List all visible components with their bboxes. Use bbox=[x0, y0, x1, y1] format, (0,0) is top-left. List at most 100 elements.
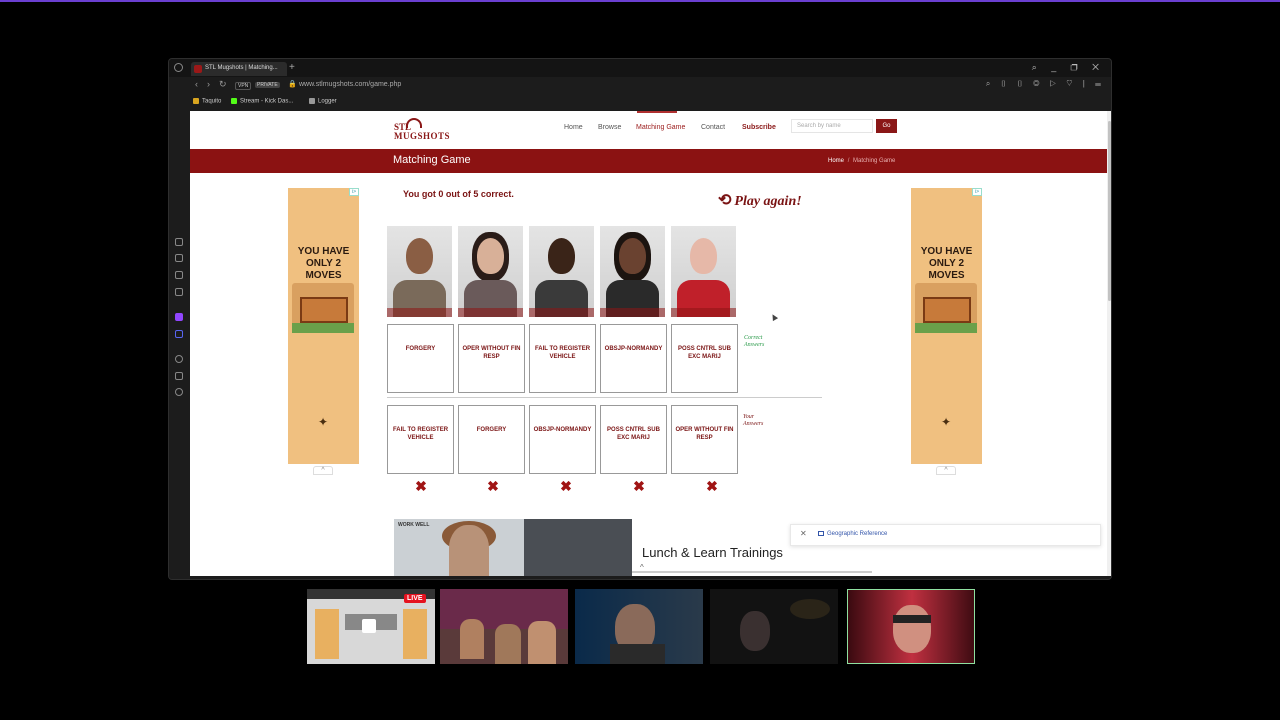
settings-icon[interactable] bbox=[175, 388, 183, 396]
ad-footer-line bbox=[632, 571, 872, 573]
map-icon bbox=[818, 531, 824, 536]
geo-popup[interactable]: ✕ Geographic Reference bbox=[790, 524, 1101, 546]
vpn-badge[interactable]: VPN bbox=[235, 82, 252, 90]
correct-answer-card: POSS CNTRL SUB EXC MARIJ bbox=[671, 324, 738, 393]
mugshot-photo bbox=[387, 226, 452, 317]
browser-sidebar bbox=[169, 111, 189, 579]
ad-collapse-icon[interactable]: ^ bbox=[313, 466, 333, 475]
your-answer-card[interactable]: OBSJP-NORMANDY bbox=[529, 405, 596, 474]
nav-contact[interactable]: Contact bbox=[701, 124, 725, 131]
geo-reference-link[interactable]: Geographic Reference bbox=[818, 531, 887, 537]
window-accent-line bbox=[0, 0, 1280, 2]
refresh-icon: ⟲ bbox=[718, 192, 732, 209]
back-icon[interactable]: ‹ bbox=[195, 79, 198, 89]
your-answer-card[interactable]: OPER WITHOUT FIN RESP bbox=[671, 405, 738, 474]
site-logo[interactable]: STL MUGSHOTS bbox=[394, 118, 458, 144]
reload-icon[interactable]: ↻ bbox=[219, 79, 227, 90]
cube-icon[interactable] bbox=[175, 372, 183, 380]
page-title: Matching Game bbox=[393, 154, 471, 166]
correct-answers-label: Correct Answers bbox=[744, 335, 765, 348]
opera-logo-icon[interactable] bbox=[174, 63, 183, 72]
ad-logo-icon: ✦ bbox=[317, 415, 329, 429]
stream-thumbnail-active[interactable] bbox=[847, 589, 975, 664]
stream-thumbnail[interactable] bbox=[710, 589, 838, 664]
score-text: You got 0 out of 5 correct. bbox=[403, 189, 514, 199]
bookmark-icon bbox=[309, 98, 315, 104]
title-banner: Matching Game Home / Matching Game bbox=[190, 149, 1107, 173]
breadcrumb-current: Matching Game bbox=[853, 158, 896, 164]
forward-icon[interactable]: › bbox=[207, 79, 210, 89]
bookmark-logger[interactable]: Logger bbox=[309, 98, 337, 105]
favicon-icon bbox=[194, 65, 202, 73]
twitch-icon[interactable] bbox=[175, 313, 183, 321]
ad-artwork bbox=[292, 283, 354, 333]
url-field[interactable]: www.stlmugshots.com/game.php bbox=[299, 81, 401, 88]
wrong-x-icon: ✖ bbox=[415, 478, 427, 494]
discord-icon[interactable] bbox=[175, 330, 183, 338]
new-tab-icon[interactable]: + bbox=[289, 62, 295, 73]
history-icon[interactable] bbox=[175, 238, 183, 246]
browser-tab[interactable]: STL Mugshots | Matching... bbox=[191, 62, 287, 76]
your-answers-label: Your Answers bbox=[743, 414, 764, 427]
ad-logo-icon: ✦ bbox=[940, 415, 952, 429]
stream-thumbnail[interactable] bbox=[575, 589, 703, 664]
nav-active-indicator bbox=[637, 111, 677, 113]
ad-collapse-icon[interactable]: ^ bbox=[936, 466, 956, 475]
correct-answer-card: FAIL TO REGISTER VEHICLE bbox=[529, 324, 596, 393]
bag-icon[interactable] bbox=[175, 254, 183, 262]
go-button[interactable]: Go bbox=[876, 119, 897, 133]
ad-artwork bbox=[915, 283, 977, 333]
bookmarks-bar: Taquito Stream - Kick Das... Logger bbox=[169, 93, 1111, 109]
wrong-x-icon: ✖ bbox=[560, 478, 572, 494]
mugshot-photo bbox=[671, 226, 736, 317]
mouse-cursor-icon bbox=[769, 312, 779, 322]
stream-thumbnail[interactable]: LIVE bbox=[307, 589, 435, 664]
breadcrumb-separator: / bbox=[847, 158, 850, 164]
ad-brand: WORK WELL bbox=[398, 522, 430, 528]
ad-collapse-icon[interactable]: ^ bbox=[640, 563, 644, 572]
left-ad[interactable]: i> YOU HAVE ONLY 2 MOVES ✦ bbox=[288, 188, 359, 464]
toolbar-icons[interactable]: ⌕ ▯ ▯ ◎ ▷ ♡ | ☰ bbox=[986, 79, 1105, 89]
clock-icon[interactable] bbox=[175, 355, 183, 363]
ad-headline: YOU HAVE ONLY 2 MOVES bbox=[920, 246, 973, 281]
chat-icon[interactable] bbox=[175, 271, 183, 279]
wrong-x-icon: ✖ bbox=[706, 478, 718, 494]
your-answer-card[interactable]: POSS CNTRL SUB EXC MARIJ bbox=[600, 405, 667, 474]
breadcrumb: Home / Matching Game bbox=[828, 158, 895, 164]
row-divider bbox=[387, 397, 822, 398]
nav-home[interactable]: Home bbox=[564, 124, 583, 131]
bookmark-icon bbox=[231, 98, 237, 104]
correct-answer-card: OPER WITHOUT FIN RESP bbox=[458, 324, 525, 393]
page-scrollbar[interactable] bbox=[1107, 111, 1111, 576]
your-answer-card[interactable]: FORGERY bbox=[458, 405, 525, 474]
search-input[interactable]: Search by name bbox=[791, 119, 873, 133]
browser-window: STL Mugshots | Matching... + ⌕ _ ❐ ✕ ‹ ›… bbox=[168, 58, 1112, 580]
nav-subscribe[interactable]: Subscribe bbox=[742, 124, 776, 131]
tab-title: STL Mugshots | Matching... bbox=[205, 65, 278, 71]
adchoices-icon[interactable]: i> bbox=[349, 188, 359, 196]
lock-icon: 🔒 bbox=[288, 81, 297, 88]
correct-answer-card: OBSJP-NORMANDY bbox=[600, 324, 667, 393]
breadcrumb-home[interactable]: Home bbox=[828, 158, 844, 164]
nav-browse[interactable]: Browse bbox=[598, 124, 621, 131]
right-ad[interactable]: i> YOU HAVE ONLY 2 MOVES ✦ bbox=[911, 188, 982, 464]
bookmark-taquito[interactable]: Taquito bbox=[193, 98, 221, 105]
wrong-x-icon: ✖ bbox=[487, 478, 499, 494]
app-icon[interactable] bbox=[175, 288, 183, 296]
ad-headline: YOU HAVE ONLY 2 MOVES bbox=[297, 246, 350, 281]
adchoices-icon[interactable]: i> bbox=[972, 188, 982, 196]
address-bar: ‹ › ↻ VPN PRIVATE 🔒 www.stlmugshots.com/… bbox=[169, 77, 1111, 93]
mugshot-photo bbox=[458, 226, 523, 317]
ad-title[interactable]: Lunch & Learn Trainings bbox=[642, 545, 783, 560]
bookmark-stream[interactable]: Stream - Kick Das... bbox=[231, 98, 293, 105]
scrollbar-thumb[interactable] bbox=[1108, 121, 1111, 301]
your-answer-card[interactable]: FAIL TO REGISTER VEHICLE bbox=[387, 405, 454, 474]
close-icon[interactable]: ✕ bbox=[800, 529, 807, 538]
wrong-x-icon: ✖ bbox=[633, 478, 645, 494]
nav-matching-game[interactable]: Matching Game bbox=[636, 124, 685, 131]
stream-thumbnail[interactable] bbox=[440, 589, 568, 664]
bottom-ad-image[interactable]: WORK WELL bbox=[394, 519, 632, 576]
window-controls[interactable]: ⌕ _ ❐ ✕ bbox=[1032, 62, 1105, 73]
bookmark-icon bbox=[193, 98, 199, 104]
play-again-button[interactable]: ⟲ Play again! bbox=[718, 190, 802, 210]
